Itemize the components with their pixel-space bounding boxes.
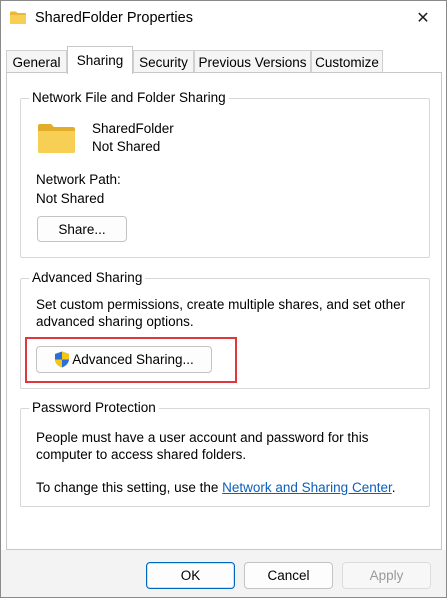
tab-strip: General Sharing Security Previous Versio…	[6, 46, 443, 74]
tab-security[interactable]: Security	[133, 50, 194, 73]
sharing-tab-panel: Network File and Folder Sharing SharedFo…	[6, 72, 442, 550]
network-center-suffix: .	[391, 480, 396, 495]
tab-general[interactable]: General	[6, 50, 67, 73]
tab-sharing[interactable]: Sharing	[67, 46, 133, 74]
advanced-sharing-button[interactable]: Advanced Sharing...	[36, 346, 212, 373]
network-center-sentence: To change this setting, use the Network …	[36, 479, 426, 496]
password-protection-title: Password Protection	[29, 400, 159, 415]
network-center-prefix: To change this setting, use the	[36, 480, 223, 495]
tab-previous-versions[interactable]: Previous Versions	[194, 50, 311, 73]
title-bar[interactable]: SharedFolder Properties ✕	[1, 1, 446, 37]
advanced-sharing-title: Advanced Sharing	[29, 270, 146, 285]
close-button[interactable]: ✕	[408, 5, 438, 31]
folder-icon	[38, 124, 75, 153]
network-path-value: Not Shared	[36, 191, 105, 206]
folder-icon	[10, 11, 26, 24]
password-protection-group: Password Protection People must have a u…	[20, 400, 430, 507]
properties-window: SharedFolder Properties ✕ General Sharin…	[0, 0, 447, 598]
network-sharing-group: Network File and Folder Sharing SharedFo…	[20, 90, 430, 258]
window-title: SharedFolder Properties	[35, 10, 193, 26]
dialog-footer: OK Cancel Apply	[1, 550, 446, 597]
advanced-sharing-button-label: Advanced Sharing...	[72, 352, 194, 367]
shield-icon	[55, 351, 70, 368]
network-path-label: Network Path:	[36, 172, 121, 187]
apply-button[interactable]: Apply	[342, 562, 431, 589]
network-sharing-title: Network File and Folder Sharing	[29, 90, 229, 105]
network-sharing-center-link[interactable]: Network and Sharing Center	[222, 480, 392, 495]
close-icon: ✕	[416, 10, 430, 27]
share-button[interactable]: Share...	[37, 216, 127, 242]
cancel-button[interactable]: Cancel	[244, 562, 333, 589]
folder-name: SharedFolder	[92, 121, 174, 136]
tab-customize[interactable]: Customize	[311, 50, 383, 73]
advanced-sharing-description: Set custom permissions, create multiple …	[36, 297, 406, 329]
folder-share-status: Not Shared	[92, 139, 161, 154]
ok-button[interactable]: OK	[146, 562, 235, 589]
password-protection-description: People must have a user account and pass…	[36, 430, 369, 462]
